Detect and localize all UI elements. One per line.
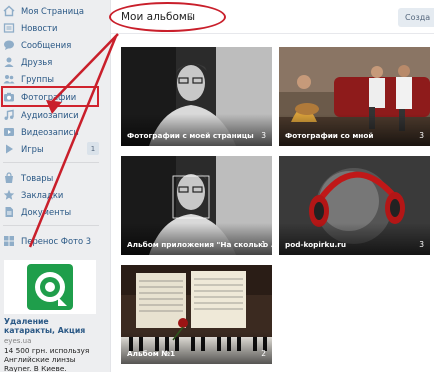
sidebar-item-video[interactable]: Видеозаписи bbox=[3, 123, 99, 140]
album-title: Альбом №1 bbox=[127, 349, 176, 358]
sidebar-item-label: Закладки bbox=[21, 189, 64, 200]
sidebar-divider bbox=[3, 225, 99, 226]
news-icon bbox=[3, 22, 15, 34]
app-icon bbox=[3, 235, 15, 247]
sidebar-item-news[interactable]: Новости bbox=[3, 19, 99, 36]
album-title: Фотографии с моей страницы bbox=[127, 131, 254, 140]
album-photo-count: 2 bbox=[261, 349, 266, 358]
sidebar-item-label: Новости bbox=[21, 22, 58, 33]
album-card[interactable]: Альбом приложения "На сколько ... 1 bbox=[121, 156, 272, 255]
video-icon bbox=[3, 126, 15, 138]
sidebar-divider bbox=[3, 162, 99, 163]
annotation-highlight-box bbox=[1, 86, 99, 107]
sidebar-item-friends[interactable]: Друзья bbox=[3, 53, 99, 70]
ad-description: 14 500 грн. используя Английские линзы R… bbox=[4, 346, 90, 372]
bookmarks-icon bbox=[3, 189, 15, 201]
games-count-badge: 1 bbox=[87, 142, 99, 155]
album-title: pod-kopirku.ru bbox=[285, 240, 347, 249]
album-photo-count: 1 bbox=[261, 240, 266, 249]
sidebar-item-label: Документы bbox=[21, 206, 72, 217]
home-icon bbox=[3, 5, 15, 17]
album-title: Альбом приложения "На сколько ... bbox=[127, 240, 272, 249]
album-photo-count: 3 bbox=[261, 131, 266, 140]
friends-icon bbox=[3, 56, 15, 68]
games-icon bbox=[3, 143, 15, 155]
left-sidebar: Моя Страница Новости Сообщения Друзья Гр… bbox=[0, 0, 104, 372]
groups-icon bbox=[3, 73, 15, 85]
ad-title[interactable]: Удаление катаракты, Акция bbox=[4, 317, 102, 335]
sidebar-item-games[interactable]: Игры 1 bbox=[3, 140, 99, 157]
album-shade bbox=[121, 223, 272, 255]
ad-site[interactable]: eyes.ua bbox=[4, 337, 31, 345]
sidebar-item-documents[interactable]: Документы bbox=[3, 203, 99, 220]
sidebar-item-my-page[interactable]: Моя Страница bbox=[3, 2, 99, 19]
sidebar-item-label: Группы bbox=[21, 73, 54, 84]
sidebar-item-groups[interactable]: Группы bbox=[3, 70, 99, 87]
sidebar-item-label: Сообщения bbox=[21, 39, 72, 50]
eye-logo-icon bbox=[27, 264, 73, 310]
sidebar-item-label: Видеозаписи bbox=[21, 126, 79, 137]
album-card[interactable]: Фотографии с моей страницы 3 bbox=[121, 47, 272, 146]
sidebar-item-label: Аудиозаписи bbox=[21, 109, 79, 120]
messages-icon bbox=[3, 39, 15, 51]
album-shade bbox=[121, 114, 272, 146]
albums-panel: Мои альбомы 7 Созда Фотографии с моей ст… bbox=[109, 0, 434, 372]
goods-icon bbox=[3, 171, 15, 184]
sidebar-item-label: Моя Страница bbox=[21, 5, 84, 16]
sidebar-item-bookmarks[interactable]: Закладки bbox=[3, 186, 99, 203]
album-card[interactable]: pod-kopirku.ru 3 bbox=[279, 156, 430, 255]
album-shade bbox=[279, 223, 430, 255]
album-title: Фотографии со мной bbox=[285, 131, 374, 140]
album-photo-count: 3 bbox=[419, 240, 424, 249]
create-album-button[interactable]: Созда bbox=[398, 8, 434, 27]
sidebar-item-goods[interactable]: Товары bbox=[3, 169, 99, 186]
sidebar-item-label: Товары bbox=[21, 172, 54, 183]
documents-icon bbox=[3, 206, 15, 218]
sidebar-item-label: Игры bbox=[21, 143, 44, 154]
sidebar-item-label: Перенос Фото 3 bbox=[21, 235, 92, 246]
annotation-oval bbox=[109, 2, 226, 32]
ad-image[interactable] bbox=[4, 260, 96, 314]
sidebar-item-app-photo-transfer[interactable]: Перенос Фото 3 bbox=[3, 232, 99, 249]
album-photo-count: 3 bbox=[419, 131, 424, 140]
albums-header: Мои альбомы 7 Созда bbox=[109, 0, 434, 34]
album-card[interactable]: Фотографии со мной 3 bbox=[279, 47, 430, 146]
album-shade bbox=[121, 332, 272, 364]
sidebar-item-label: Друзья bbox=[21, 56, 53, 67]
sidebar-item-audio[interactable]: Аудиозаписи bbox=[3, 106, 99, 123]
music-icon bbox=[3, 109, 15, 121]
album-shade bbox=[279, 114, 430, 146]
sidebar-item-messages[interactable]: Сообщения bbox=[3, 36, 99, 53]
album-card[interactable]: Альбом №1 2 bbox=[121, 265, 272, 364]
